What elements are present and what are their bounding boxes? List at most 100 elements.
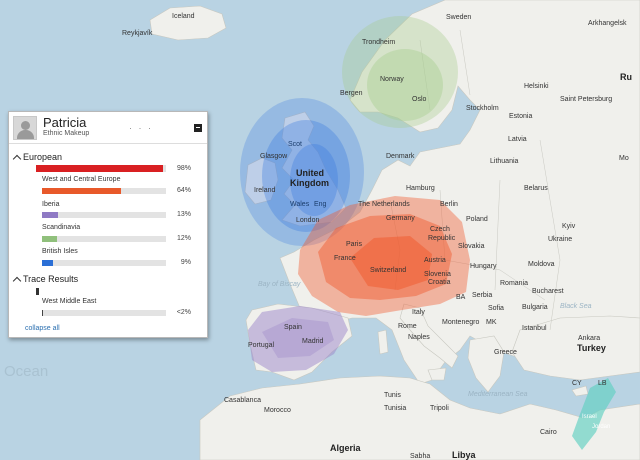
iberia-track — [42, 212, 166, 218]
label-lithuania: Lithuania — [490, 158, 519, 165]
label-libya: Libya — [452, 450, 477, 460]
west-middle-east-track — [42, 310, 166, 316]
section-european-title[interactable]: European — [23, 152, 62, 162]
label-naples: Naples — [408, 334, 430, 341]
row-label-west-middle-east[interactable]: West Middle East — [42, 298, 96, 305]
label-tunis: Tunis — [384, 392, 401, 399]
label-oslo: Oslo — [412, 96, 427, 103]
west-central-track — [42, 188, 166, 194]
label-united: United — [296, 168, 324, 178]
label-iceland: Iceland — [172, 13, 195, 20]
panel-header: Patricia · · · Ethnic Makeup — [9, 112, 207, 144]
profile-name: Patricia — [43, 115, 87, 130]
label-russia: Ru — [620, 72, 632, 82]
label-moscow: Mo — [619, 155, 629, 162]
label-lebanon: LB — [598, 380, 607, 387]
collapse-european-icon[interactable] — [12, 154, 22, 164]
row-label-west-central[interactable]: West and Central Europe — [42, 176, 120, 183]
label-italy: Italy — [412, 309, 425, 316]
label-slovakia: Slovakia — [458, 243, 485, 250]
label-ankara: Ankara — [578, 335, 600, 342]
label-hungary: Hungary — [470, 263, 497, 270]
sardinia-land — [377, 329, 389, 355]
row-label-iberia[interactable]: Iberia — [42, 201, 60, 208]
label-norway: Norway — [380, 76, 404, 83]
label-bulgaria: Bulgaria — [522, 304, 548, 311]
avatar-head — [21, 121, 30, 130]
scandinavia-track — [42, 236, 166, 242]
british-isles-track — [42, 260, 166, 266]
british-isles-percent: 9% — [180, 259, 191, 266]
label-trondheim: Trondheim — [362, 39, 395, 46]
label-rome: Rome — [398, 323, 417, 330]
label-spain: Spain — [284, 324, 302, 331]
west-middle-east-bar — [42, 310, 44, 316]
panel-subtitle: Ethnic Makeup — [43, 130, 90, 137]
section-trace-title[interactable]: Trace Results — [23, 274, 78, 284]
label-arkhangelsk: Arkhangelsk — [588, 20, 627, 27]
label-algeria: Algeria — [330, 443, 362, 453]
label-casablanca: Casablanca — [224, 397, 261, 404]
label-latvia: Latvia — [508, 136, 527, 143]
british-isles-bar — [42, 260, 54, 266]
label-macedonia: MK — [486, 319, 497, 326]
label-belarus: Belarus — [524, 185, 548, 192]
label-stockholm: Stockholm — [466, 105, 499, 112]
label-jordan: Jordan — [592, 424, 610, 430]
label-sweden: Sweden — [446, 14, 471, 21]
european-percent: 98% — [176, 165, 191, 172]
label-sabha: Sabha — [410, 453, 430, 460]
label-cairo: Cairo — [540, 429, 557, 436]
label-glasgow: Glasgow — [260, 153, 288, 160]
label-serbia: Serbia — [472, 292, 492, 299]
label-istanbul: Istanbul — [522, 325, 547, 332]
label-romania: Romania — [500, 280, 528, 287]
row-label-british-isles[interactable]: British Isles — [42, 248, 78, 255]
label-netherlands: The Netherlands — [358, 201, 410, 208]
iberia-percent: 13% — [176, 211, 191, 218]
iberia-bar — [42, 212, 59, 218]
label-kingdom: Kingdom — [290, 178, 329, 188]
avatar-body — [17, 130, 34, 139]
label-denmark: Denmark — [386, 153, 415, 160]
label-bergen: Bergen — [340, 90, 363, 97]
label-germany: Germany — [386, 215, 415, 222]
label-helsinki: Helsinki — [524, 83, 549, 90]
label-ocean: Ocean — [4, 363, 48, 380]
west-middle-east-percent: <2% — [176, 309, 191, 316]
region-scandinavia[interactable] — [342, 16, 458, 128]
collapse-trace-icon[interactable] — [12, 276, 22, 286]
collapse-all-link[interactable]: collapse all — [25, 325, 60, 332]
scandinavia-inner — [367, 49, 443, 121]
label-hamburg: Hamburg — [406, 185, 435, 192]
label-wales: Wales — [290, 201, 310, 208]
label-england: Eng — [314, 201, 327, 208]
label-greece: Greece — [494, 349, 517, 356]
label-london: London — [296, 217, 319, 224]
avatar — [13, 116, 37, 140]
label-bosnia: BA — [456, 294, 466, 301]
label-slovenia: Slovenia — [424, 271, 451, 278]
label-madrid: Madrid — [302, 338, 324, 345]
european-bar — [36, 165, 164, 172]
obscured-surname: · · · — [129, 123, 153, 133]
label-mediterranean: Mediterranean Sea — [468, 391, 528, 398]
label-kyiv: Kyiv — [562, 223, 576, 230]
label-austria: Austria — [424, 257, 446, 264]
label-bucharest: Bucharest — [532, 288, 564, 295]
label-ireland: Ireland — [254, 187, 276, 194]
label-montenegro: Montenegro — [442, 319, 479, 326]
label-berlin: Berlin — [440, 201, 458, 208]
label-moldova: Moldova — [528, 261, 555, 268]
label-switzerland: Switzerland — [370, 267, 406, 274]
label-bay-of-biscay: Bay of Biscay — [258, 281, 301, 288]
label-tripoli: Tripoli — [430, 405, 449, 412]
row-label-scandinavia[interactable]: Scandinavia — [42, 224, 80, 231]
label-cyprus: CY — [572, 380, 582, 387]
minimize-button[interactable] — [194, 124, 202, 132]
west-central-bar — [42, 188, 122, 194]
label-republic: Republic — [428, 235, 456, 242]
european-track — [36, 165, 166, 172]
label-tunisia: Tunisia — [384, 405, 406, 412]
label-poland: Poland — [466, 216, 488, 223]
